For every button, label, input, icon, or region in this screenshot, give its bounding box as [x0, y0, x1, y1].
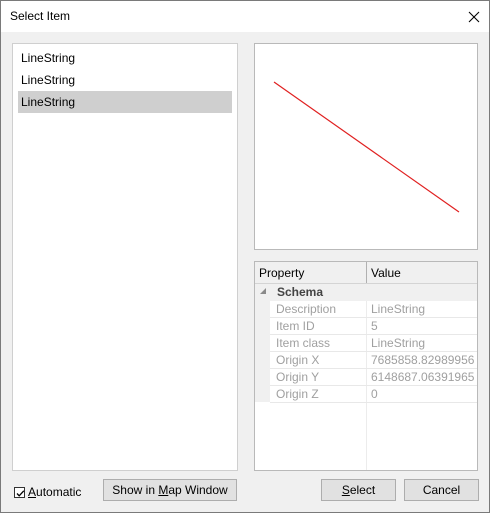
property-row[interactable]: Origin Y 6148687.06391965 — [270, 369, 477, 386]
category-label: Schema — [277, 285, 324, 299]
close-icon — [468, 11, 480, 22]
list-item-label: LineString — [21, 51, 76, 65]
select-item-dialog: Select Item LineString LineString LineSt… — [0, 0, 490, 513]
property-grid-header: Property Value — [255, 262, 477, 284]
property-value: 6148687.06391965 — [371, 370, 475, 384]
property-name: Item ID — [276, 319, 315, 333]
property-row[interactable]: Description LineString — [270, 301, 477, 318]
title-bar: Select Item — [1, 1, 489, 32]
property-value: LineString — [371, 336, 426, 350]
button-label: Show in Map Window — [112, 483, 228, 497]
column-divider[interactable] — [366, 262, 367, 283]
property-value: 5 — [371, 319, 378, 333]
property-name: Item class — [276, 336, 331, 350]
automatic-label: Automatic — [28, 485, 82, 499]
close-button[interactable] — [459, 1, 489, 32]
property-value: 0 — [371, 387, 378, 401]
property-name: Origin Z — [276, 387, 319, 401]
select-button[interactable]: Select — [321, 479, 396, 501]
property-grid[interactable]: Property Value Schema Description LineSt… — [254, 261, 478, 471]
checkbox-box[interactable] — [14, 486, 25, 498]
property-value: 7685858.82989956 — [371, 353, 475, 367]
button-label: Select — [341, 483, 376, 497]
collapse-triangle-icon[interactable] — [260, 288, 267, 295]
property-gutter — [255, 284, 270, 402]
item-list[interactable]: LineString LineString LineString — [12, 43, 238, 471]
property-name: Origin X — [276, 353, 320, 367]
checkmark-icon — [16, 489, 25, 497]
button-label: Cancel — [422, 483, 461, 497]
property-row[interactable]: Item class LineString — [270, 335, 477, 352]
list-item-label: LineString — [21, 95, 76, 109]
list-item[interactable]: LineString — [18, 47, 232, 69]
list-item-label: LineString — [21, 73, 76, 87]
column-header-value: Value — [371, 266, 401, 280]
linestring-geometry — [273, 81, 460, 213]
property-row[interactable]: Origin X 7685858.82989956 — [270, 352, 477, 369]
property-value: LineString — [371, 302, 426, 316]
property-name: Origin Y — [276, 370, 320, 384]
property-row[interactable]: Origin Z 0 — [270, 386, 477, 403]
category-row-schema[interactable]: Schema — [255, 284, 477, 301]
property-row[interactable]: Item ID 5 — [270, 318, 477, 335]
window-title: Select Item — [10, 9, 71, 23]
column-header-property: Property — [259, 266, 305, 280]
list-item-selected[interactable]: LineString — [18, 91, 232, 113]
property-name: Description — [276, 302, 337, 316]
automatic-checkbox[interactable]: Automatic — [14, 484, 81, 500]
geometry-preview — [254, 43, 478, 250]
cancel-button[interactable]: Cancel — [404, 479, 479, 501]
show-in-map-window-button[interactable]: Show in Map Window — [103, 479, 237, 501]
list-item[interactable]: LineString — [18, 69, 232, 91]
